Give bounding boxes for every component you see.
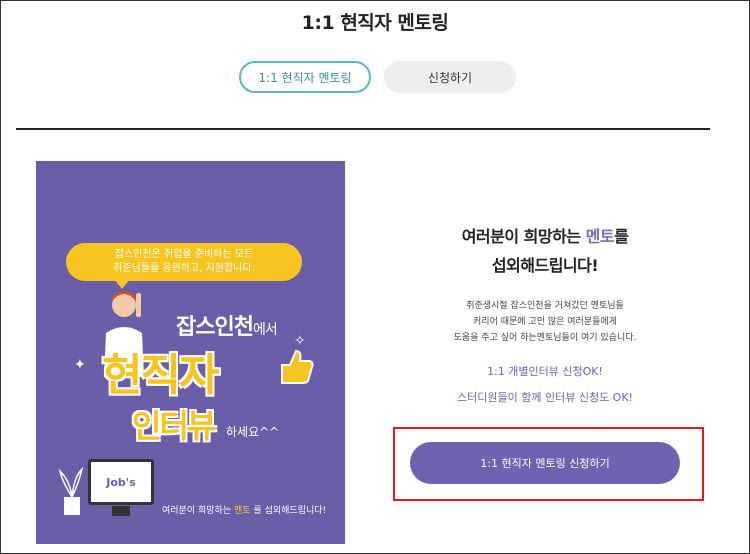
poster-brand: 잡스인천에서: [176, 309, 278, 341]
tab-apply[interactable]: 신청하기: [384, 61, 516, 93]
headline-line2: 섭외해드립니다!: [491, 256, 599, 275]
desc-line2: 커리어 때문에 고민 많은 여러분들에게: [473, 317, 617, 327]
poster-headline-2: 인터뷰: [132, 407, 216, 445]
plant-icon: [58, 467, 84, 515]
section-divider: [16, 128, 710, 130]
mentoring-poster: 잡스인천은 취업을 준비하는 모든 취준님들을 응원하고, 지원합니다. 잡스인…: [36, 161, 345, 544]
poster-speech-bubble: 잡스인천은 취업을 준비하는 모든 취준님들을 응원하고, 지원합니다.: [66, 243, 302, 281]
main-headline: 여러분이 희망하는 멘토를 섭외해드립니다!: [400, 222, 690, 280]
monitor-logo: Job's: [88, 459, 154, 505]
headline-pre: 여러분이 희망하는: [461, 227, 581, 246]
poster-speech-line2: 취준님들을 응원하고, 지원합니다.: [113, 263, 255, 274]
headline-accent: 멘토: [585, 227, 615, 246]
sparkle-icon: ✦: [74, 357, 86, 373]
monitor-stand: [112, 506, 130, 516]
page-title: 1:1 현직자 멘토링: [301, 12, 449, 34]
poster-brand-main: 잡스인천: [176, 315, 254, 340]
tab-mentoring[interactable]: 1:1 현직자 멘토링: [239, 61, 371, 93]
bullet-individual: 1:1 개별인터뷰 신청OK!: [487, 365, 603, 378]
poster-brand-suffix: 에서: [252, 322, 278, 338]
desc-line3: 도움을 주고 싶어 하는멘토님들이 여기 있습니다.: [453, 333, 637, 343]
poster-speech-line1: 잡스인천은 취업을 준비하는 모든: [114, 249, 254, 260]
bullet-group: 스터디원들이 함께 인터뷰 신청도 OK!: [457, 391, 633, 404]
poster-headline-1: 현직자: [102, 350, 219, 401]
poster-footer-post: 를 섭외해드립니다!: [253, 506, 327, 516]
description: 취준생시절 잡스인천을 거쳐갔던 멘토님들 커리어 때문에 고민 많은 여러분들…: [400, 298, 690, 346]
poster-footer-pre: 여러분이 희망하는: [162, 506, 232, 516]
headline-post: 를: [614, 227, 629, 246]
apply-mentoring-button[interactable]: 1:1 현직자 멘토링 신청하기: [410, 442, 680, 484]
poster-tail-text: 하세요^^: [226, 425, 280, 439]
desc-line1: 취준생시절 잡스인천을 거쳐갔던 멘토님들: [466, 301, 624, 311]
thumbs-up-icon: [281, 349, 314, 384]
poster-footer: 여러분이 희망하는 멘토 를 섭외해드립니다!: [162, 503, 326, 516]
poster-footer-highlight: 멘토: [233, 506, 251, 516]
